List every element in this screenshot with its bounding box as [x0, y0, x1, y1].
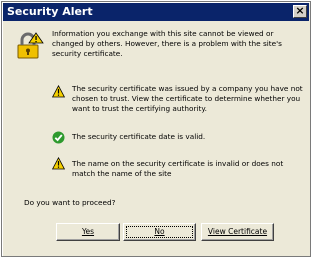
- check-text-date-valid: The security certificate date is valid.: [72, 132, 206, 141]
- title-bar[interactable]: Security Alert ×: [3, 3, 309, 21]
- proceed-question: Do you want to proceed?: [24, 198, 116, 207]
- check-text-name-mismatch: The name on the security certificate is …: [72, 159, 284, 178]
- view-certificate-button[interactable]: View Certificate: [201, 223, 274, 241]
- no-button-label: No: [154, 227, 165, 236]
- warning-icon: [52, 85, 65, 98]
- security-alert-dialog: Security Alert × Information you exchang…: [1, 1, 311, 257]
- check-text-untrusted-issuer: The security certificate was issued by a…: [72, 84, 303, 113]
- yes-button-label: Yes: [81, 227, 95, 236]
- warning-icon: [52, 157, 65, 170]
- yes-button[interactable]: Yes: [56, 223, 120, 241]
- close-button[interactable]: ×: [293, 4, 307, 18]
- window-title: Security Alert: [7, 5, 93, 18]
- view-certificate-button-label: View Certificate: [207, 227, 268, 236]
- check-icon: [52, 131, 65, 144]
- close-icon: ×: [295, 4, 305, 17]
- lock-icon: [17, 32, 44, 59]
- intro-text: Information you exchange with this site …: [52, 29, 282, 58]
- no-button[interactable]: No: [123, 223, 196, 241]
